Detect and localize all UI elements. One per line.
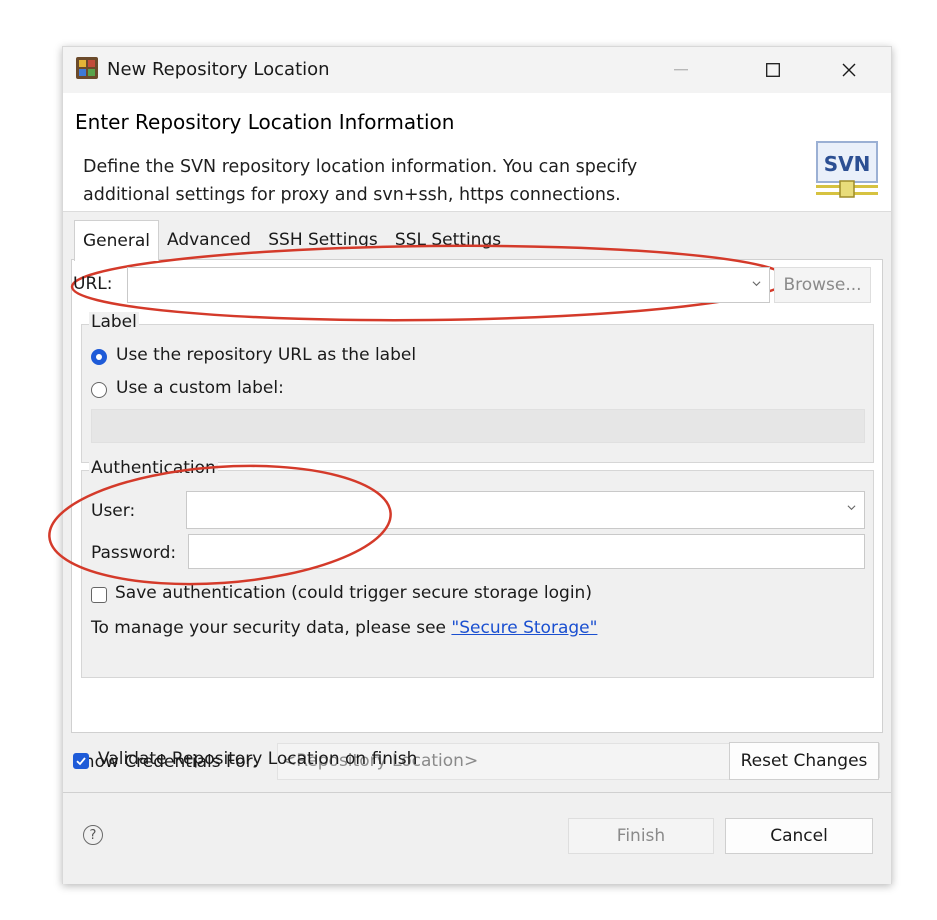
- validate-location-label: Validate Repository Location on finish: [98, 749, 418, 769]
- tab-label: General: [83, 231, 150, 251]
- tab-ssl-settings[interactable]: SSL Settings: [389, 222, 507, 258]
- chevron-down-icon: [752, 281, 761, 287]
- manage-security-text: To manage your security data, please see…: [91, 618, 597, 638]
- reset-changes-button[interactable]: Reset Changes: [729, 742, 879, 780]
- password-label: Password:: [91, 543, 177, 563]
- dialog-body: General Advanced SSH Settings SSL Settin…: [63, 212, 891, 792]
- finish-button[interactable]: Finish: [568, 818, 714, 854]
- use-custom-label-text: Use a custom label:: [116, 378, 284, 398]
- password-field[interactable]: [188, 534, 865, 569]
- tab-label: Advanced: [167, 230, 251, 250]
- use-custom-label-radio[interactable]: [91, 382, 107, 398]
- authentication-group-title: Authentication: [89, 458, 218, 478]
- manage-security-prefix: To manage your security data, please see: [91, 618, 452, 638]
- minimize-button[interactable]: [651, 47, 711, 93]
- close-button[interactable]: [819, 47, 879, 93]
- title-bar: New Repository Location: [63, 47, 891, 93]
- tab-label: SSL Settings: [394, 230, 502, 250]
- help-symbol: ?: [89, 827, 97, 843]
- checkmark-icon: [76, 757, 86, 766]
- svn-logo-text: SVN: [824, 152, 871, 176]
- new-repository-location-dialog: New Repository Location Enter Repository…: [62, 46, 892, 884]
- help-icon[interactable]: ?: [83, 825, 103, 845]
- tab-label: SSH Settings: [268, 230, 378, 250]
- url-combobox[interactable]: [127, 267, 770, 303]
- tab-ssh-settings[interactable]: SSH Settings: [259, 222, 387, 258]
- secure-storage-link[interactable]: "Secure Storage": [451, 618, 597, 638]
- tab-general[interactable]: General: [74, 220, 159, 261]
- dialog-header: Enter Repository Location Information De…: [63, 93, 891, 212]
- browse-button[interactable]: Browse...: [774, 267, 871, 303]
- general-tab-panel: Label Use the repository URL as the labe…: [71, 259, 883, 733]
- save-authentication-label: Save authentication (could trigger secur…: [115, 583, 592, 603]
- use-repo-url-radio[interactable]: [91, 349, 107, 365]
- maximize-button[interactable]: [743, 47, 803, 93]
- url-label: URL:: [73, 274, 113, 294]
- dialog-footer: ? Finish Cancel: [63, 792, 891, 884]
- minimize-icon: [674, 69, 688, 71]
- svn-app-icon: [76, 57, 98, 79]
- maximize-icon: [766, 63, 780, 77]
- close-icon: [842, 63, 856, 77]
- window-title: New Repository Location: [107, 59, 330, 80]
- tab-advanced[interactable]: Advanced: [161, 222, 257, 258]
- custom-label-input[interactable]: [91, 409, 865, 443]
- chevron-down-icon: [847, 505, 856, 511]
- label-group-title: Label: [89, 312, 139, 332]
- user-label: User:: [91, 501, 136, 521]
- save-authentication-checkbox[interactable]: [91, 587, 107, 603]
- use-repo-url-label: Use the repository URL as the label: [116, 345, 417, 365]
- header-description: Define the SVN repository location infor…: [83, 157, 638, 205]
- validate-location-checkbox[interactable]: [73, 753, 89, 769]
- header-title: Enter Repository Location Information: [75, 110, 455, 134]
- user-combobox[interactable]: [186, 491, 865, 529]
- svn-logo: SVN: [816, 141, 878, 198]
- cancel-button[interactable]: Cancel: [725, 818, 873, 854]
